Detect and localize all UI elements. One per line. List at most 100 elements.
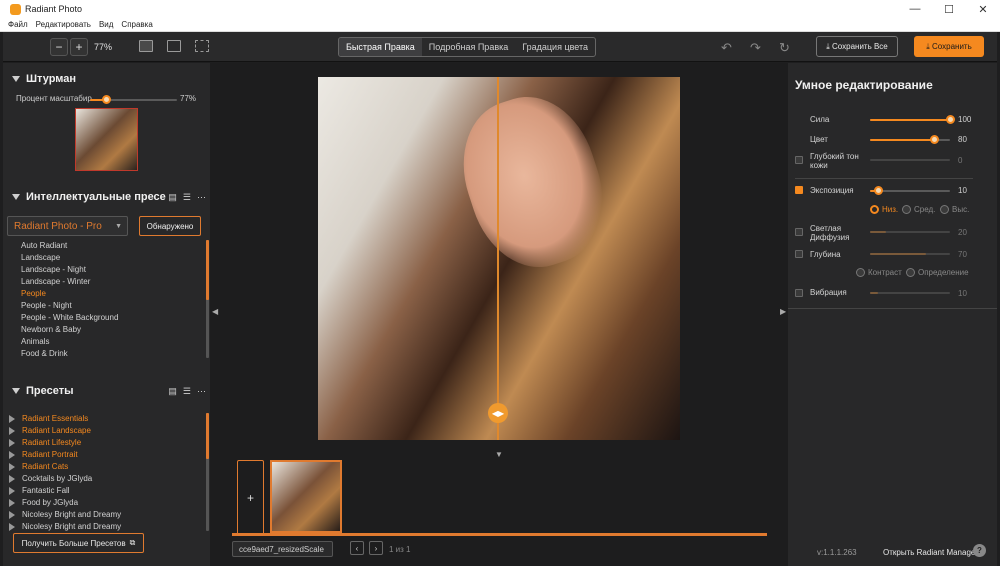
expand-icon xyxy=(9,439,15,447)
depth-contrast-radio[interactable]: Контраст xyxy=(856,268,902,277)
photo-preview[interactable]: ◀▶ xyxy=(318,77,680,440)
redo-icon[interactable]: ↷ xyxy=(750,40,761,56)
color-slider-knob[interactable] xyxy=(930,135,939,144)
list-item[interactable]: Newborn & Baby xyxy=(21,324,118,336)
depth-definition-radio[interactable]: Определение xyxy=(906,268,969,277)
menu-edit[interactable]: Редактировать xyxy=(36,20,91,29)
split-handle-icon[interactable]: ◀▶ xyxy=(488,403,508,423)
list-item[interactable]: Fantastic Fall xyxy=(9,485,121,497)
open-manager-link[interactable]: Открыть Radiant Manager xyxy=(883,548,978,557)
presets-header[interactable]: Пресеты ▤ ☰ ⋯ xyxy=(3,380,210,402)
deep-skin-tone-value: 0 xyxy=(958,156,963,165)
list-item[interactable]: Radiant Lifestyle xyxy=(9,437,121,449)
collapse-right-panel-icon[interactable]: ▶ xyxy=(780,307,786,316)
list-item[interactable]: Food & Drink xyxy=(21,348,118,360)
vibrance-checkbox[interactable] xyxy=(795,289,803,297)
grid-view-icon[interactable]: ▤ xyxy=(168,192,177,203)
deep-skin-tone-checkbox[interactable] xyxy=(795,156,803,164)
toolbar: − + 77% Быстрая Правка Подробная Правка … xyxy=(3,32,997,62)
preset-pack-value: Radiant Photo - Pro xyxy=(14,220,102,232)
filmstrip-thumbnail[interactable] xyxy=(270,460,342,533)
save-all-button[interactable]: ⤓ Сохранить Все xyxy=(816,36,898,57)
deep-skin-tone-label: Глубокий тон кожи xyxy=(810,152,859,170)
save-button[interactable]: ⤓ Сохранить xyxy=(914,36,984,57)
exposure-high-radio[interactable]: Выс. xyxy=(940,205,969,214)
menu-help[interactable]: Справка xyxy=(121,20,152,29)
list-item[interactable]: People - White Background xyxy=(21,312,118,324)
zoom-percent-value: 77% xyxy=(180,94,197,103)
collapse-left-panel-icon[interactable]: ◀ xyxy=(212,307,218,316)
menu-file[interactable]: Файл xyxy=(8,20,28,29)
list-item[interactable]: Cocktails by JGlyda xyxy=(9,473,121,485)
vibrance-label: Вибрация xyxy=(810,288,847,297)
navigator-header[interactable]: Штурман xyxy=(3,68,210,90)
zoom-slider-knob[interactable] xyxy=(102,95,111,104)
grid-view-icon[interactable]: ▤ xyxy=(168,386,177,397)
filmstrip-scrollbar[interactable] xyxy=(232,533,767,536)
exposure-low-radio[interactable]: Низ. xyxy=(870,205,898,214)
list-item[interactable]: Landscape - Winter xyxy=(21,276,118,288)
list-item[interactable]: Landscape xyxy=(21,252,118,264)
light-diffusion-checkbox[interactable] xyxy=(795,228,803,236)
divider xyxy=(788,308,997,309)
detect-button[interactable]: Обнаружено xyxy=(139,216,201,236)
strength-value: 100 xyxy=(958,115,972,124)
window-controls: — ☐ ✕ xyxy=(898,0,1000,18)
scrollbar-thumb[interactable] xyxy=(206,240,209,300)
strength-slider-knob[interactable] xyxy=(946,115,955,124)
list-view-icon[interactable]: ☰ xyxy=(183,192,191,203)
list-item[interactable]: Landscape - Night xyxy=(21,264,118,276)
expand-icon xyxy=(9,523,15,531)
crop-view-icon[interactable] xyxy=(195,40,209,52)
tab-color-grading[interactable]: Градация цвета xyxy=(515,38,595,56)
navigator-thumbnail[interactable] xyxy=(75,108,138,171)
maximize-icon[interactable]: ☐ xyxy=(932,0,966,18)
tab-quick-edit[interactable]: Быстрая Правка xyxy=(339,38,422,56)
intelligent-presets-header[interactable]: Интеллектуальные пресе ▤ ☰ ⋯ xyxy=(3,186,210,208)
list-item[interactable]: Animals xyxy=(21,336,118,348)
exposure-checkbox[interactable] xyxy=(795,186,803,194)
preset-pack-select[interactable]: Radiant Photo - Pro ▼ xyxy=(7,216,128,236)
collapse-filmstrip-icon[interactable]: ▼ xyxy=(495,450,503,459)
prev-image-button[interactable]: ‹ xyxy=(350,541,364,555)
list-item[interactable]: Radiant Landscape xyxy=(9,425,121,437)
get-more-presets-button[interactable]: Получить Больше Пресетов ⧉ xyxy=(13,533,144,553)
undo-icon[interactable]: ↶ xyxy=(721,40,732,56)
minimize-icon[interactable]: — xyxy=(898,0,932,18)
exposure-mid-radio[interactable]: Сред. xyxy=(902,205,935,214)
close-icon[interactable]: ✕ xyxy=(966,0,1000,18)
reset-icon[interactable]: ↻ xyxy=(779,40,790,56)
next-image-button[interactable]: › xyxy=(369,541,383,555)
exposure-slider-knob[interactable] xyxy=(874,186,883,195)
radio-icon xyxy=(856,268,865,277)
scrollbar-thumb[interactable] xyxy=(206,413,209,459)
list-item[interactable]: Food by JGlyda xyxy=(9,497,121,509)
radio-icon xyxy=(870,205,879,214)
list-item[interactable]: Nicolesy Bright and Dreamy xyxy=(9,521,121,533)
light-diffusion-value: 20 xyxy=(958,228,967,237)
single-view-icon[interactable] xyxy=(139,40,153,52)
tab-detailed-edit[interactable]: Подробная Правка xyxy=(422,38,515,56)
photo-subject xyxy=(444,81,622,283)
help-icon[interactable]: ? xyxy=(973,544,986,557)
vibrance-slider[interactable] xyxy=(870,292,950,294)
list-item[interactable]: Radiant Essentials xyxy=(9,413,121,425)
zoom-out-button[interactable]: − xyxy=(50,38,68,56)
more-icon[interactable]: ⋯ xyxy=(197,386,206,397)
list-item[interactable]: Radiant Cats xyxy=(9,461,121,473)
strength-label: Сила xyxy=(810,115,830,124)
list-item-selected[interactable]: People xyxy=(21,288,118,300)
split-view-icon[interactable] xyxy=(167,40,181,52)
zoom-in-button[interactable]: + xyxy=(70,38,88,56)
depth-checkbox[interactable] xyxy=(795,250,803,258)
list-item[interactable]: People - Night xyxy=(21,300,118,312)
add-image-button[interactable]: + xyxy=(237,460,264,535)
list-item[interactable]: Nicolesy Bright and Dreamy xyxy=(9,509,121,521)
menu-view[interactable]: Вид xyxy=(99,20,113,29)
before-after-divider[interactable] xyxy=(497,77,499,440)
more-icon[interactable]: ⋯ xyxy=(197,192,206,203)
list-item[interactable]: Radiant Portrait xyxy=(9,449,121,461)
list-view-icon[interactable]: ☰ xyxy=(183,386,191,397)
list-item[interactable]: Auto Radiant xyxy=(21,240,118,252)
deep-skin-tone-slider[interactable] xyxy=(870,159,950,161)
